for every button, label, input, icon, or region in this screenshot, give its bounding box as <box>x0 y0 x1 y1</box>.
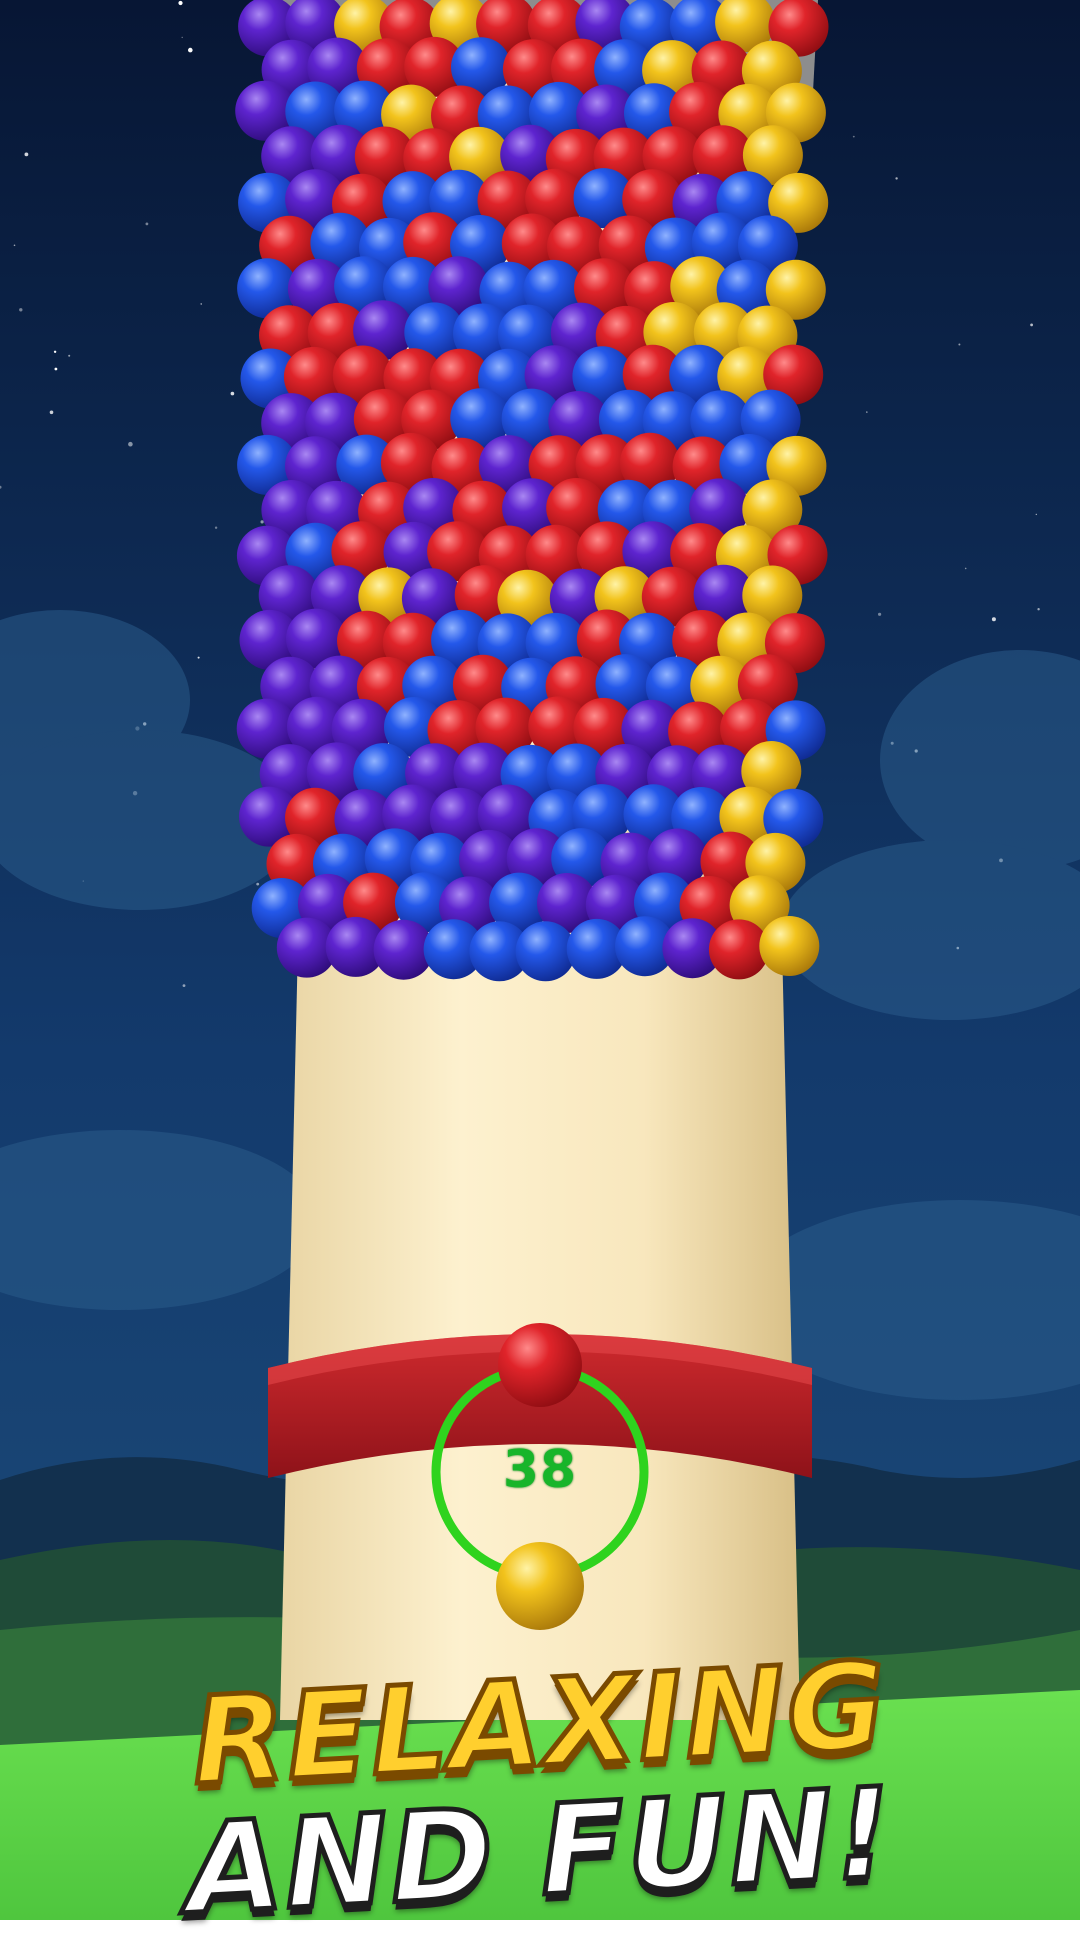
star <box>19 308 23 312</box>
next-ball-yellow[interactable] <box>496 1542 584 1630</box>
star <box>128 441 133 447</box>
star <box>53 350 57 353</box>
current-ball-red[interactable] <box>498 1323 582 1407</box>
star <box>181 36 183 39</box>
star <box>197 656 200 659</box>
blue-ball[interactable] <box>515 921 576 982</box>
star <box>1037 608 1040 611</box>
star <box>49 410 54 415</box>
shots-remaining-counter: 38 <box>502 1440 578 1500</box>
star <box>1035 513 1038 516</box>
star <box>895 177 898 180</box>
star <box>852 135 855 138</box>
star <box>214 526 218 529</box>
star <box>24 152 29 157</box>
star <box>958 343 961 346</box>
yellow-ball[interactable] <box>759 916 820 976</box>
star <box>182 984 186 987</box>
star <box>866 411 868 413</box>
bubble-cluster[interactable] <box>235 0 829 982</box>
star <box>878 612 882 616</box>
star <box>991 617 996 622</box>
star <box>260 520 264 524</box>
star <box>230 391 235 396</box>
star <box>188 47 193 53</box>
star <box>964 567 967 570</box>
star <box>178 0 183 6</box>
game-scene[interactable] <box>0 0 1080 1920</box>
star <box>256 882 260 886</box>
star <box>200 303 202 305</box>
star <box>54 367 58 371</box>
star <box>145 222 149 226</box>
star <box>68 354 71 357</box>
star <box>13 244 16 247</box>
star <box>1030 323 1033 327</box>
